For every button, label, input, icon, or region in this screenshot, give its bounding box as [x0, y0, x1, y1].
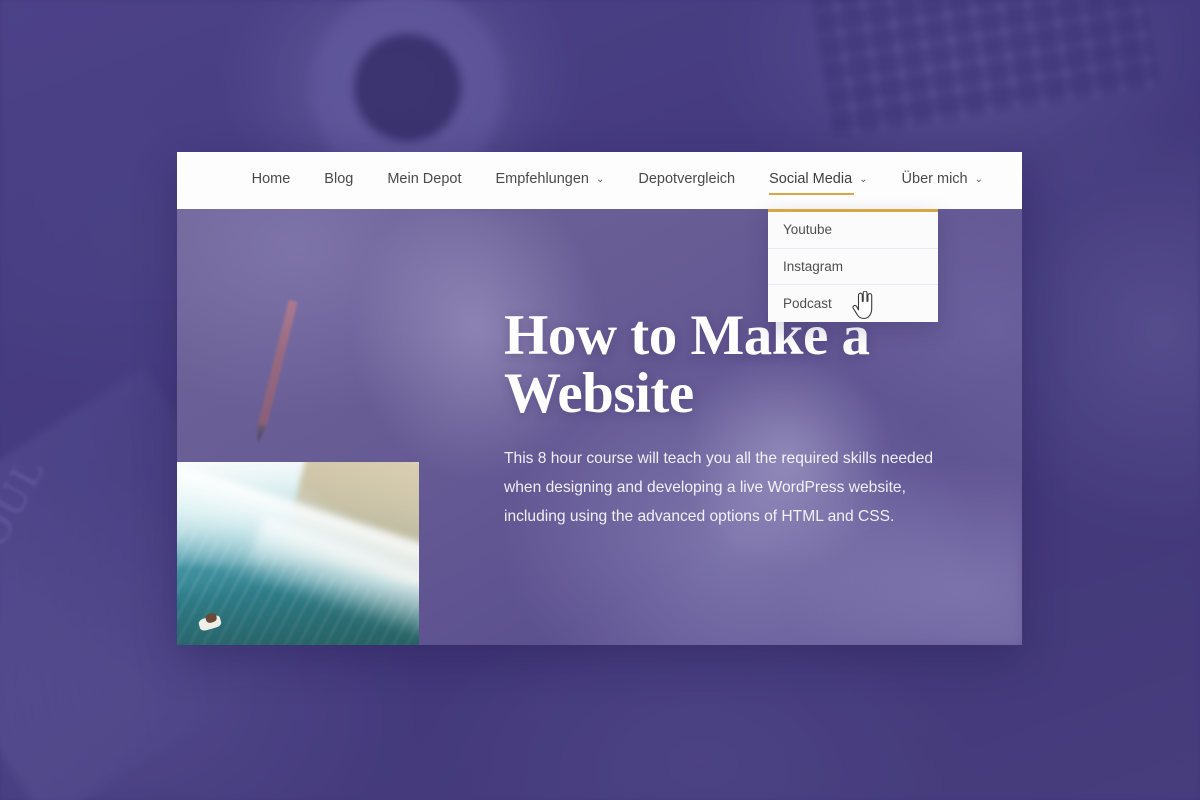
nav-item-mein-depot[interactable]: Mein Depot	[387, 171, 461, 190]
hero-title-line-2: Website	[504, 362, 694, 426]
chevron-down-icon: ⌄	[859, 174, 868, 185]
nav-item-label: Home	[251, 171, 291, 187]
nav-item-label: Social Media	[769, 171, 853, 187]
chevron-down-icon: ⌄	[974, 174, 983, 185]
nav-item-uber-mich[interactable]: Über mich ⌄	[902, 171, 983, 190]
nav-item-label: Über mich	[901, 171, 968, 187]
social-media-dropdown-menu: Youtube Instagram Podcast	[768, 209, 938, 322]
nav-item-label: Depotvergleich	[638, 171, 736, 187]
nav-item-blog[interactable]: Blog	[324, 171, 353, 190]
website-preview-card: Home Blog Mein Depot Empfehlungen ⌄ Depo…	[177, 152, 1022, 645]
nav-item-depotvergleich[interactable]: Depotvergleich	[638, 171, 735, 190]
nav-item-label: Mein Depot	[387, 171, 462, 187]
nav-item-home[interactable]: Home	[252, 171, 291, 190]
hero-wave-image	[177, 462, 419, 645]
nav-item-empfehlungen[interactable]: Empfehlungen ⌄	[495, 171, 604, 190]
dropdown-item-instagram[interactable]: Instagram	[768, 249, 938, 285]
dropdown-item-label: Instagram	[783, 258, 844, 274]
chevron-down-icon: ⌄	[596, 174, 605, 185]
hero-paragraph: This 8 hour course will teach you all th…	[504, 450, 934, 525]
nav-item-social-media[interactable]: Social Media ⌄	[769, 171, 868, 195]
hero-title: How to Make a Website	[504, 306, 974, 426]
dropdown-item-label: Podcast	[783, 295, 832, 311]
nav-links: Home Blog Mein Depot Empfehlungen ⌄ Depo…	[252, 171, 983, 195]
dropdown-item-youtube[interactable]: Youtube	[768, 212, 938, 249]
site-navbar: Home Blog Mein Depot Empfehlungen ⌄ Depo…	[177, 152, 1022, 209]
dropdown-item-label: Youtube	[783, 222, 833, 238]
screenshot-root: SOUL Home Blog Mein Depot Empfehlungen ⌄	[0, 0, 1200, 800]
hero-text-block: How to Make a Website This 8 hour course…	[504, 306, 974, 531]
dropdown-item-podcast[interactable]: Podcast	[768, 285, 938, 322]
nav-item-label: Empfehlungen	[495, 171, 589, 187]
nav-item-label: Blog	[324, 171, 354, 187]
